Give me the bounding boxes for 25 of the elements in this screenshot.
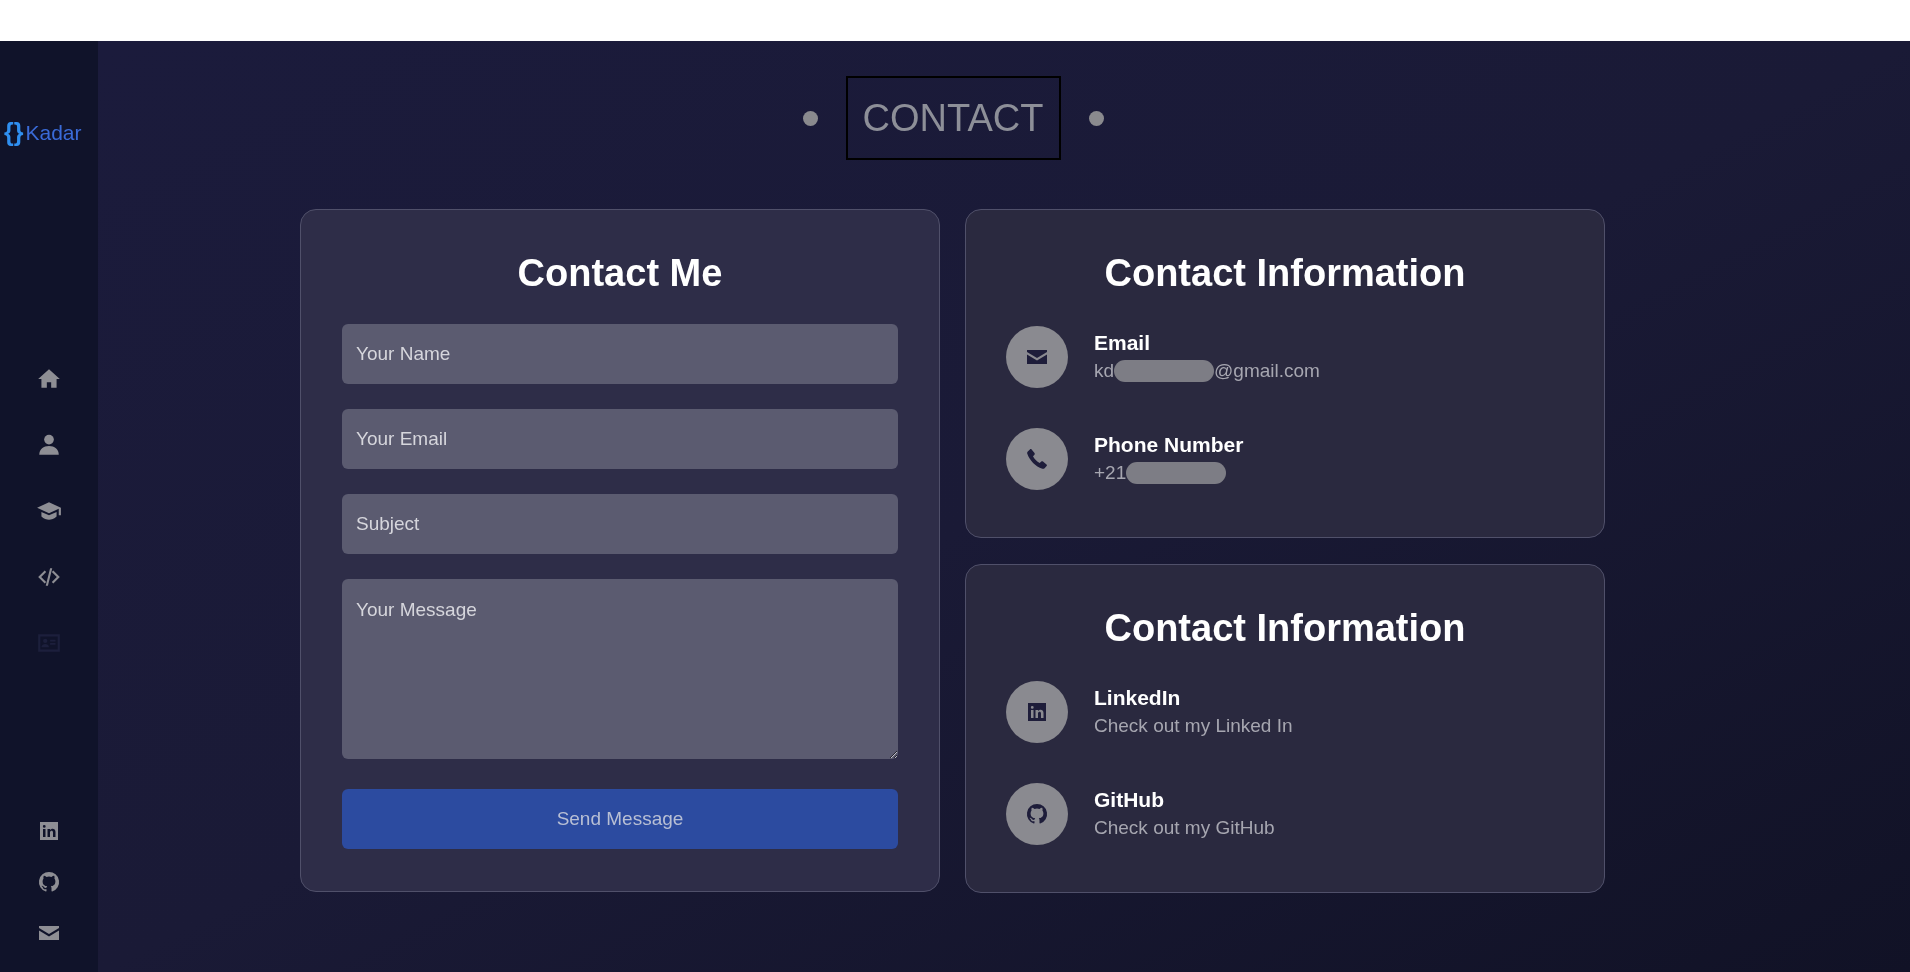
form-title: Contact Me <box>516 251 724 296</box>
card-title: Contact Information <box>1103 606 1467 651</box>
input-field[interactable]: Subject <box>342 494 898 554</box>
message-field[interactable]: Your Message <box>342 579 898 759</box>
info-value: @gmail.com <box>1214 359 1320 383</box>
send-button[interactable]: Send Message <box>342 789 898 849</box>
linkedin-icon <box>1025 700 1049 724</box>
input-field[interactable]: Your Email <box>342 409 898 469</box>
input-field[interactable]: Your Name <box>342 324 898 384</box>
info-label: Email <box>1094 330 1152 356</box>
info-value: Check out my GitHub <box>1094 816 1275 840</box>
logo-text[interactable]: Kadar <box>25 117 82 149</box>
linkedin-icon[interactable] <box>37 819 61 843</box>
logo-mark[interactable]: {} <box>4 114 24 152</box>
info-label: LinkedIn <box>1094 685 1182 711</box>
github-icon[interactable] <box>37 870 61 894</box>
phone-icon <box>1025 447 1049 471</box>
info-value: +21 <box>1094 461 1127 485</box>
info-label: GitHub <box>1094 787 1165 813</box>
info-value: kd <box>1094 359 1115 383</box>
info-value: Check out my Linked In <box>1094 714 1293 738</box>
github-icon <box>1025 802 1049 826</box>
card-title: Contact Information <box>1103 251 1467 296</box>
section-title: CONTACT <box>845 76 1061 160</box>
info-label: Phone Number <box>1094 432 1244 458</box>
